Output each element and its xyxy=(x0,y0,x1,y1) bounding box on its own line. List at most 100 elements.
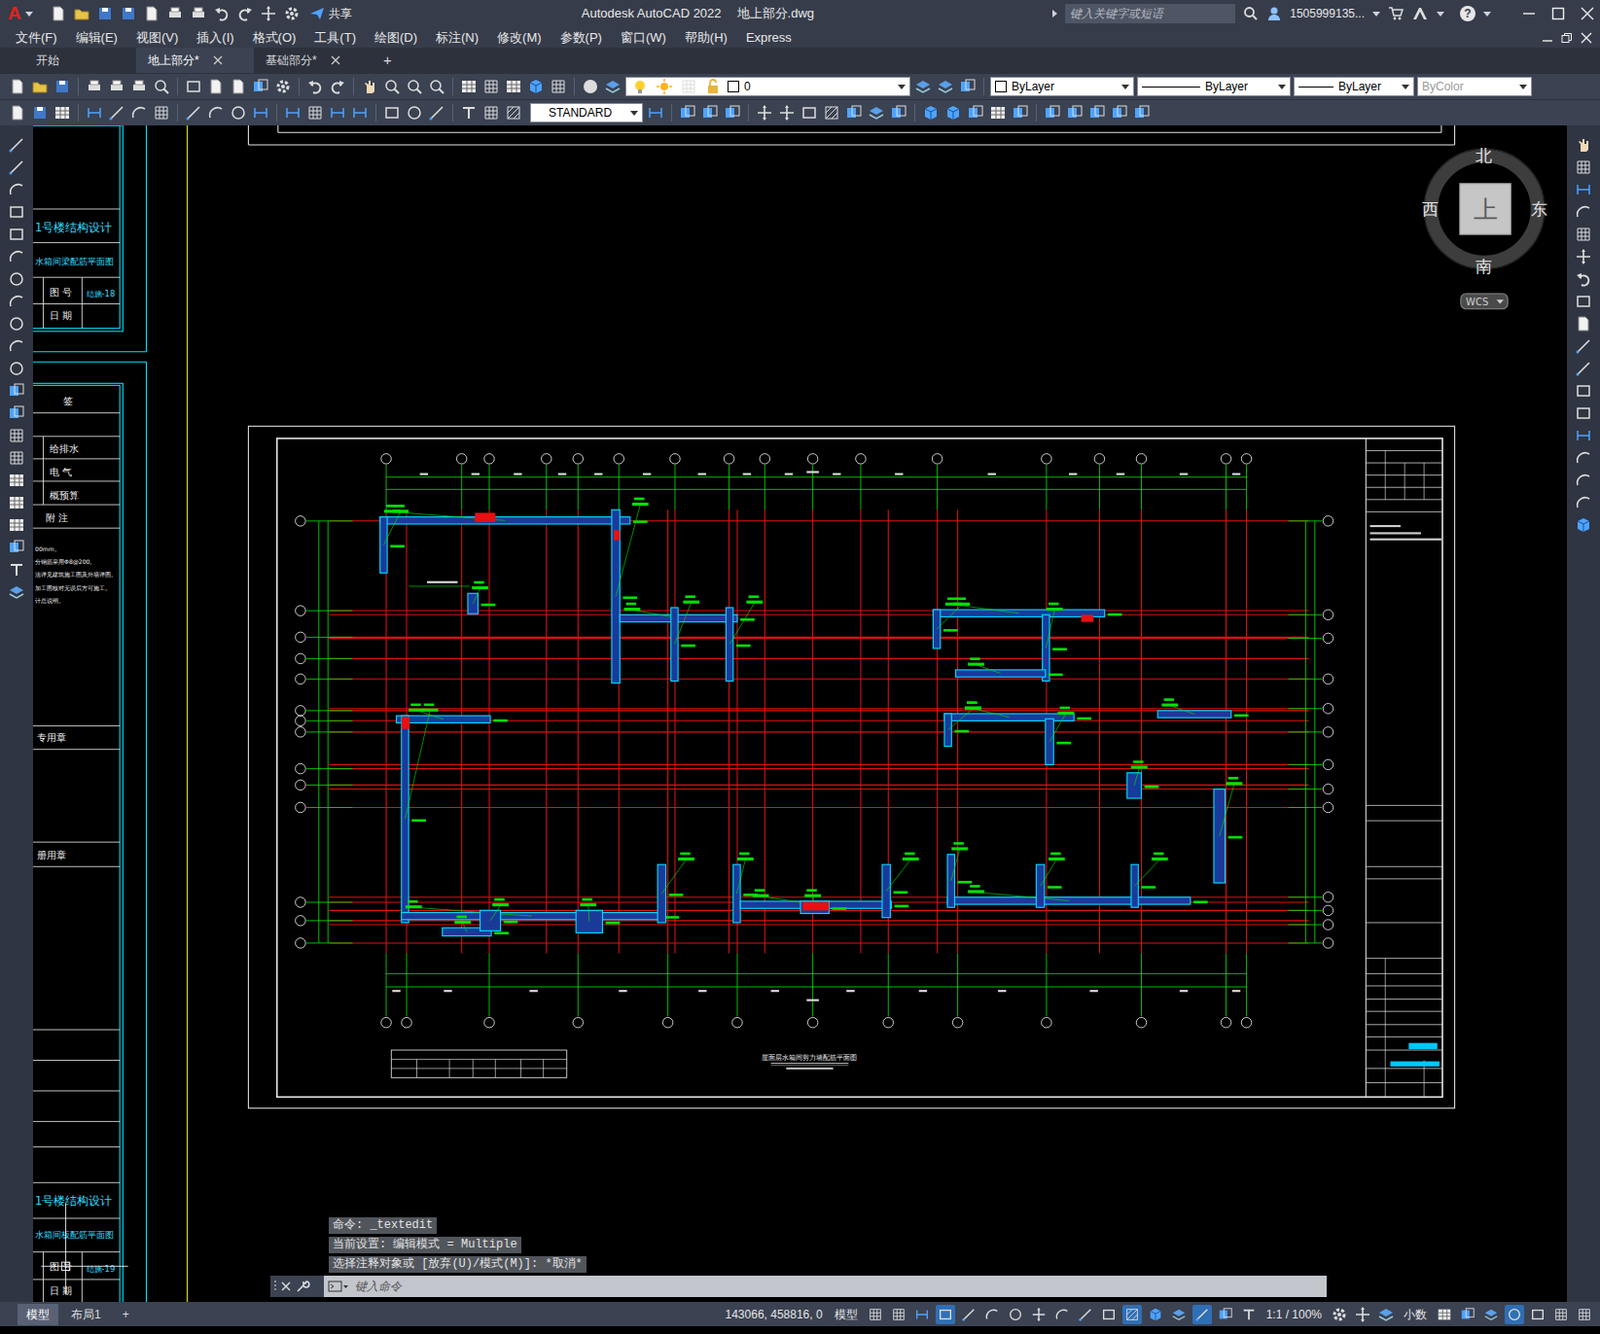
gear-icon[interactable] xyxy=(282,3,302,24)
table-icon[interactable] xyxy=(459,76,479,97)
user-name[interactable]: 1505999135... xyxy=(1289,4,1365,23)
table-icon[interactable] xyxy=(52,103,72,123)
circle-icon[interactable] xyxy=(228,103,249,123)
help-icon[interactable] xyxy=(580,76,601,97)
box-icon[interactable] xyxy=(799,103,819,123)
ucs-menu[interactable] xyxy=(1460,293,1508,310)
grid-toggle-icon[interactable] xyxy=(888,1305,909,1325)
line-icon[interactable] xyxy=(1573,358,1594,379)
layer-icon[interactable] xyxy=(913,76,933,97)
cube-toggle-icon[interactable] xyxy=(1145,1305,1166,1325)
doc-close-icon[interactable] xyxy=(1580,32,1593,44)
text-icon[interactable] xyxy=(459,103,479,123)
grid-icon[interactable] xyxy=(481,103,501,123)
circle-icon[interactable] xyxy=(6,314,27,334)
app-logo[interactable]: A xyxy=(7,0,22,27)
units[interactable]: 小数 xyxy=(1399,1306,1431,1324)
pan-icon[interactable] xyxy=(359,76,380,97)
line-toggle-icon[interactable] xyxy=(1075,1305,1096,1325)
blue-icon[interactable] xyxy=(1065,103,1085,123)
move-icon[interactable] xyxy=(258,3,279,24)
coordinates[interactable]: 143066, 458816, 0 xyxy=(721,1306,827,1324)
undo-icon[interactable] xyxy=(212,3,232,24)
space-toggle[interactable]: 模型 xyxy=(830,1306,862,1324)
move-icon[interactable] xyxy=(754,103,775,123)
line-icon[interactable] xyxy=(426,103,447,123)
undo-icon[interactable] xyxy=(1573,269,1594,289)
arc-icon[interactable] xyxy=(1573,448,1594,468)
help-button[interactable]: ? xyxy=(1459,5,1476,22)
grid-icon[interactable] xyxy=(305,103,325,123)
save-icon[interactable] xyxy=(30,103,50,123)
blue-icon[interactable] xyxy=(6,403,27,424)
save-icon[interactable] xyxy=(95,3,115,24)
folder-icon[interactable] xyxy=(30,76,50,97)
arc-icon[interactable] xyxy=(6,247,27,267)
line-icon[interactable] xyxy=(6,157,27,178)
dim-icon[interactable] xyxy=(84,103,105,123)
move-icon[interactable] xyxy=(1352,1305,1373,1325)
grid-icon[interactable] xyxy=(678,76,699,97)
line-toggle-icon[interactable] xyxy=(959,1305,979,1325)
box-icon[interactable] xyxy=(382,103,402,123)
dim-icon[interactable] xyxy=(645,103,666,123)
textstyle-dropdown[interactable]: STANDARD xyxy=(530,103,643,123)
layout-tab[interactable]: 布局1 xyxy=(62,1304,110,1326)
hatch-icon[interactable] xyxy=(821,103,842,123)
annotation-scale[interactable]: 1:1 / 100% xyxy=(1262,1306,1326,1324)
box-icon[interactable] xyxy=(183,76,204,97)
color-dropdown[interactable]: ByLayer xyxy=(990,76,1135,97)
table-icon[interactable] xyxy=(6,493,27,513)
app-menu-caret-icon[interactable] xyxy=(25,11,34,17)
blue-toggle-icon[interactable] xyxy=(1215,1305,1236,1325)
arc-icon[interactable] xyxy=(6,291,27,312)
doc-icon[interactable] xyxy=(7,103,28,123)
menu-item[interactable]: 工具(T) xyxy=(306,28,364,47)
grip-icon[interactable] xyxy=(273,1280,278,1294)
blue-icon[interactable] xyxy=(722,103,743,123)
menu-item[interactable]: 编辑(E) xyxy=(68,28,126,47)
text-icon[interactable] xyxy=(6,560,27,580)
print-icon[interactable] xyxy=(188,3,209,24)
cube-icon[interactable] xyxy=(943,103,963,123)
arc-icon[interactable] xyxy=(6,179,27,200)
wrench-icon[interactable] xyxy=(294,1279,311,1295)
menu-item[interactable]: 窗口(W) xyxy=(612,28,675,47)
print-icon[interactable] xyxy=(84,76,105,97)
user-icon[interactable] xyxy=(1266,5,1282,22)
save-icon[interactable] xyxy=(52,76,72,97)
doc-icon[interactable] xyxy=(142,3,162,24)
cube-icon[interactable] xyxy=(526,76,546,97)
folder-icon[interactable] xyxy=(71,3,92,24)
blue-icon[interactable] xyxy=(1042,103,1063,123)
expand-icon[interactable] xyxy=(1052,9,1058,18)
doc-icon[interactable] xyxy=(228,76,249,97)
move-icon[interactable] xyxy=(777,103,797,123)
arc-icon[interactable] xyxy=(1573,470,1594,491)
grid-icon[interactable] xyxy=(548,76,569,97)
circle-icon[interactable] xyxy=(6,269,27,289)
layer-icon[interactable] xyxy=(6,582,27,603)
line-icon[interactable] xyxy=(1573,336,1594,356)
zoom-icon[interactable] xyxy=(151,76,172,97)
grid-icon[interactable] xyxy=(6,448,27,468)
print-icon[interactable] xyxy=(165,3,185,24)
layer-toggle-icon[interactable] xyxy=(1169,1305,1189,1325)
print-icon[interactable] xyxy=(129,76,149,97)
lock-icon[interactable] xyxy=(703,76,723,97)
layer-icon[interactable] xyxy=(866,103,887,123)
text-toggle-icon[interactable] xyxy=(1239,1305,1259,1325)
box-icon[interactable] xyxy=(1573,291,1594,312)
grid-icon[interactable] xyxy=(6,426,27,446)
close-tab-icon[interactable] xyxy=(330,55,341,66)
hatch-toggle-icon[interactable] xyxy=(1122,1305,1142,1325)
help-caret-icon[interactable] xyxy=(1483,11,1492,17)
command-prompt-icon[interactable] xyxy=(327,1280,350,1294)
doc-minimize-icon[interactable] xyxy=(1541,32,1554,44)
document-tab[interactable]: 基础部分* xyxy=(253,47,372,73)
blue-icon[interactable] xyxy=(888,103,909,123)
doc-restore-icon[interactable] xyxy=(1561,32,1573,44)
user-caret-icon[interactable] xyxy=(1372,11,1381,17)
doc-icon[interactable] xyxy=(7,76,28,97)
box-icon[interactable] xyxy=(6,202,27,222)
